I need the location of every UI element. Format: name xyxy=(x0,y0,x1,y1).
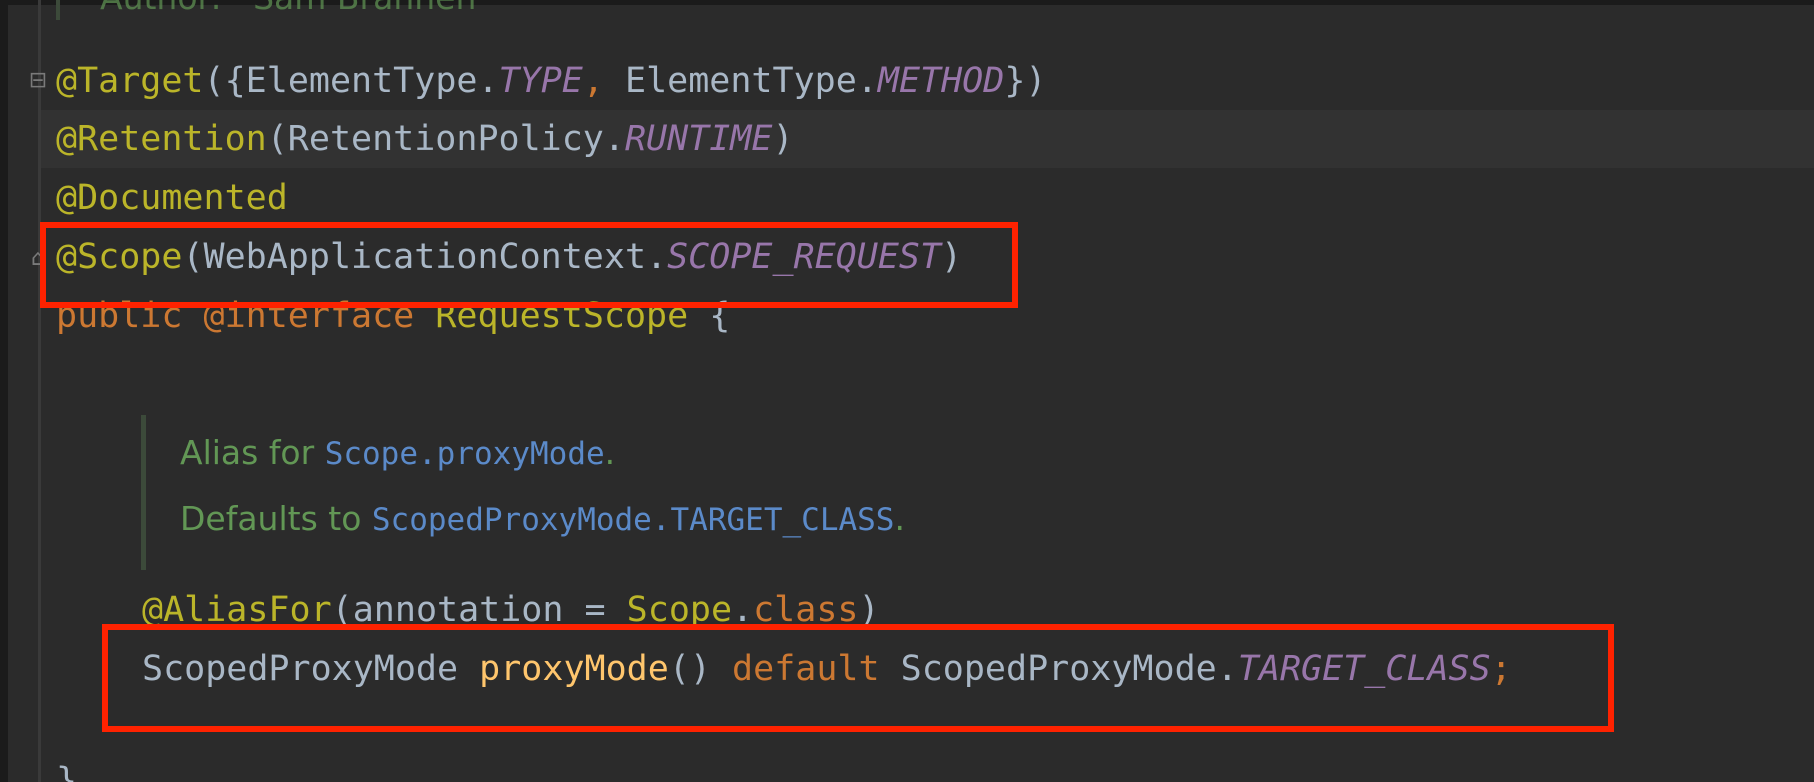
code-line-target[interactable]: @Target({ElementType.TYPE, ElementType.M… xyxy=(56,52,1046,110)
javadoc-line-alias: Alias for Scope.proxyMode. xyxy=(180,424,615,482)
close-brace: } xyxy=(56,761,78,782)
punctuation: }) xyxy=(1004,61,1047,101)
class-ref: ElementType. xyxy=(625,61,878,101)
separator: , xyxy=(582,61,625,101)
code-line-documented[interactable]: @Documented xyxy=(56,169,288,227)
constant-type: TYPE xyxy=(498,61,583,101)
javadoc-link-scope-proxymode[interactable]: Scope.proxyMode xyxy=(325,436,605,472)
javadoc-period: . xyxy=(604,433,616,472)
code-editor[interactable]: Author: Sam Brannen ⊟ ⌂ @Target({Element… xyxy=(0,0,1814,782)
code-line-retention[interactable]: @Retention(RetentionPolicy.RUNTIME) xyxy=(56,110,794,168)
fold-open-icon[interactable]: ⊟ xyxy=(27,66,49,96)
editor-left-border xyxy=(0,0,8,782)
punctuation: ) xyxy=(772,119,794,159)
javadoc-bar-top xyxy=(56,0,60,20)
annotation-target: @Target xyxy=(56,61,204,101)
highlight-box-proxymode xyxy=(102,624,1614,732)
javadoc-link-target-class[interactable]: ScopedProxyMode.TARGET_CLASS xyxy=(372,502,895,538)
class-ref: RetentionPolicy. xyxy=(287,119,625,159)
javadoc-period: . xyxy=(894,499,905,538)
punctuation: ({ xyxy=(203,61,246,101)
javadoc-line-defaults: Defaults to ScopedProxyMode.TARGET_CLASS… xyxy=(180,490,905,548)
class-ref: ElementType. xyxy=(245,61,499,101)
punctuation: ( xyxy=(266,119,288,159)
javadoc-author-line: Author: Sam Brannen xyxy=(100,0,476,18)
annotation-documented: @Documented xyxy=(56,178,288,218)
annotation-retention: @Retention xyxy=(56,119,267,159)
highlight-box-scope xyxy=(40,222,1018,308)
javadoc-text: Defaults to xyxy=(180,499,372,538)
code-line-closing-brace[interactable]: } xyxy=(56,752,77,782)
constant-method: METHOD xyxy=(877,61,1005,101)
javadoc-bar xyxy=(141,415,146,570)
javadoc-text: Alias for xyxy=(180,433,325,472)
constant-runtime: RUNTIME xyxy=(624,119,773,159)
